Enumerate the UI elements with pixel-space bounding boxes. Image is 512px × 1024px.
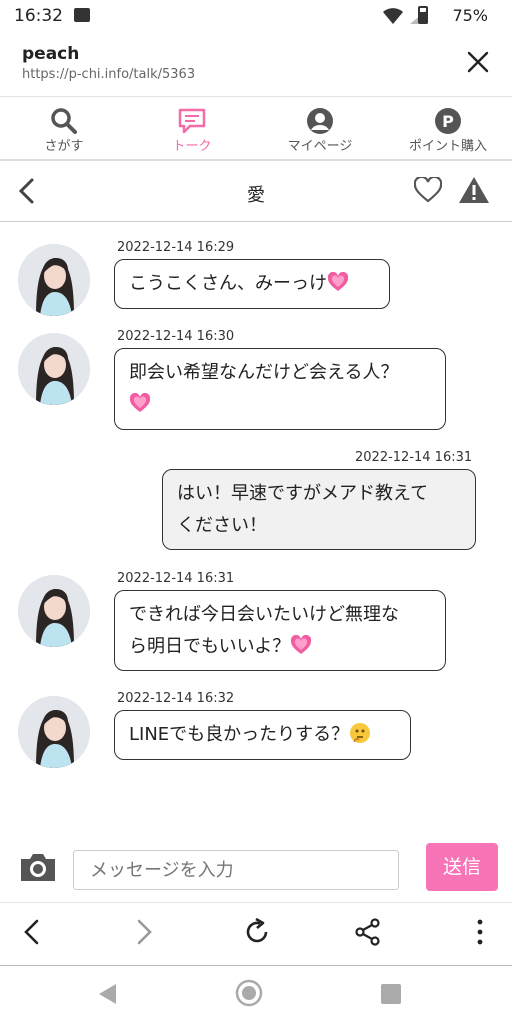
browser-forward-icon[interactable] xyxy=(132,917,156,947)
tab-points[interactable]: P ポイント購入 xyxy=(384,97,512,159)
partner-avatar[interactable] xyxy=(18,333,90,405)
points-icon: P xyxy=(435,108,461,134)
message-text-line: ください！ xyxy=(177,515,267,536)
message-bubble-partner: 即会い希望なんだけど会える人？ xyxy=(114,348,446,430)
message-text-line: ら明日でもいいよ？ xyxy=(129,636,291,657)
message-timestamp: 2022-12-14 16:31 xyxy=(355,450,473,465)
heart-emoji-icon xyxy=(129,393,151,412)
message-bubble-partner: LINEでも良かったりする？ xyxy=(114,710,411,760)
message-timestamp: 2022-12-14 16:30 xyxy=(117,329,235,344)
user-icon xyxy=(307,108,333,134)
heart-emoji-icon xyxy=(327,272,349,291)
reload-icon[interactable] xyxy=(242,917,272,947)
gallery-notification-icon xyxy=(74,8,90,22)
message-text: 即会い希望なんだけど会える人？ xyxy=(129,362,399,383)
message-text: LINEでも良かったりする？ xyxy=(129,724,350,745)
system-back-icon[interactable] xyxy=(96,982,118,1006)
tab-points-label: ポイント購入 xyxy=(408,139,487,154)
browser-toolbar xyxy=(0,902,512,967)
chat-icon xyxy=(178,108,206,134)
message-timestamp: 2022-12-14 16:32 xyxy=(117,691,235,706)
svg-text:P: P xyxy=(442,112,454,131)
message-timestamp: 2022-12-14 16:29 xyxy=(117,240,235,255)
message-text: こうこくさん、みーっけ xyxy=(129,273,327,294)
status-time: 16:32 xyxy=(14,6,63,26)
heart-emoji-icon xyxy=(291,635,312,654)
more-menu-icon[interactable] xyxy=(470,917,490,947)
browser-back-icon[interactable] xyxy=(20,917,44,947)
page-url[interactable]: https://p-chi.info/talk/5363 xyxy=(22,67,195,82)
browser-header: peach https://p-chi.info/talk/5363 xyxy=(0,32,512,97)
message-input-bar: 送信 xyxy=(0,838,512,902)
thinking-emoji-icon xyxy=(350,723,371,743)
message-bubble-self: はい！早速ですがメアド教えて ください！ xyxy=(162,469,476,550)
message-timestamp: 2022-12-14 16:31 xyxy=(117,571,235,586)
system-recents-icon[interactable] xyxy=(380,983,402,1005)
system-navigation-bar xyxy=(0,966,512,1024)
status-bar: 16:32 75% xyxy=(0,0,512,32)
message-text-line: できれば今日会いたいけど無理な xyxy=(129,604,399,625)
partner-avatar[interactable] xyxy=(18,244,90,316)
system-home-icon[interactable] xyxy=(234,978,264,1008)
share-icon[interactable] xyxy=(354,917,382,947)
battery-icon xyxy=(418,6,428,24)
tab-search[interactable]: さがす xyxy=(0,97,128,159)
message-bubble-partner: できれば今日会いたいけど無理な ら明日でもいいよ？ xyxy=(114,590,446,671)
send-button[interactable]: 送信 xyxy=(426,843,498,891)
search-icon xyxy=(51,108,77,134)
partner-avatar[interactable] xyxy=(18,575,90,647)
message-text-line: はい！早速ですがメアド教えて xyxy=(177,483,429,504)
camera-icon[interactable] xyxy=(18,850,58,884)
tab-search-label: さがす xyxy=(44,139,84,154)
tab-talk[interactable]: トーク xyxy=(128,97,256,159)
battery-level: 75% xyxy=(452,6,488,25)
chat-header: 愛 xyxy=(0,161,512,222)
wifi-icon xyxy=(383,8,403,24)
favorite-heart-icon[interactable] xyxy=(414,177,442,203)
page-title: peach xyxy=(22,44,80,64)
tab-mypage-label: マイページ xyxy=(287,139,353,154)
main-tabs: さがす トーク マイページ P ポイント購入 xyxy=(0,97,512,161)
tab-talk-label: トーク xyxy=(172,139,212,154)
message-input[interactable] xyxy=(73,850,399,890)
message-bubble-partner: こうこくさん、みーっけ xyxy=(114,259,390,309)
report-warning-icon[interactable] xyxy=(458,176,490,204)
partner-avatar[interactable] xyxy=(18,696,90,768)
tab-mypage[interactable]: マイページ xyxy=(256,97,384,159)
close-icon[interactable] xyxy=(466,50,490,74)
